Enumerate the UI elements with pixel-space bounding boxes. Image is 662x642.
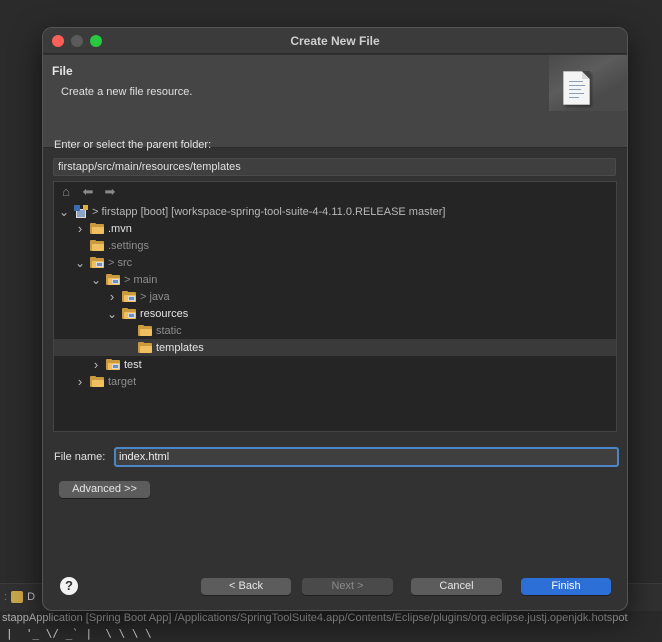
finish-button[interactable]: Finish <box>521 578 611 595</box>
create-new-file-dialog: Create New File File Create a new file r… <box>42 27 628 611</box>
banner-description: Create a new file resource. <box>61 86 193 98</box>
chevron-down-icon[interactable]: ⌄ <box>90 274 102 286</box>
back-button[interactable]: < Back <box>201 578 291 595</box>
file-name-input[interactable]: index.html <box>114 447 619 467</box>
tree-item-label: target <box>108 375 137 388</box>
tree-item[interactable]: ›templates <box>54 339 616 356</box>
parent-folder-label: Enter or select the parent folder: <box>54 139 212 151</box>
chevron-right-icon[interactable]: › <box>90 357 102 372</box>
folder-icon <box>90 240 104 251</box>
back-arrow-icon[interactable]: ⬅ <box>80 184 96 200</box>
tree-item-label: .mvn <box>108 222 132 235</box>
package-folder-icon <box>90 257 104 268</box>
tab-separator: : <box>4 591 8 603</box>
chevron-down-icon[interactable]: ⌄ <box>74 257 86 269</box>
console-ascii-banner: | '_ \/ _` | \ \ \ \ <box>6 627 152 640</box>
tree-item[interactable]: › > java <box>54 288 616 305</box>
next-button[interactable]: Next > <box>302 578 393 595</box>
cancel-button[interactable]: Cancel <box>411 578 502 595</box>
tree-item[interactable]: ⌄ > firstapp [boot] [workspace-spring-too… <box>54 203 616 220</box>
package-folder-icon <box>106 274 120 285</box>
home-icon[interactable]: ⌂ <box>58 184 74 200</box>
folder-icon <box>90 223 104 234</box>
new-file-icon <box>563 71 590 105</box>
file-name-label: File name: <box>54 451 106 463</box>
console-output-line: stappApplication [Spring Boot App] /Appl… <box>2 612 628 624</box>
advanced-button[interactable]: Advanced >> <box>59 481 150 498</box>
package-folder-icon <box>122 291 136 302</box>
tree-item-label: > src <box>108 256 133 269</box>
tree-item[interactable]: ⌄ > src <box>54 254 616 271</box>
debug-icon <box>11 591 24 603</box>
tree-item-label: > java <box>140 290 170 303</box>
tree-item[interactable]: › test <box>54 356 616 373</box>
chevron-right-icon[interactable]: › <box>74 221 86 236</box>
parent-folder-input[interactable]: firstapp/src/main/resources/templates <box>53 158 616 176</box>
package-folder-icon <box>106 359 120 370</box>
ide-tab-label: D <box>27 591 36 603</box>
package-folder-icon <box>122 308 136 319</box>
tree-item[interactable]: › target <box>54 373 616 390</box>
tree-item[interactable]: › .mvn <box>54 220 616 237</box>
ide-console-tab[interactable]: : D <box>4 591 35 603</box>
tree-item[interactable]: ›static <box>54 322 616 339</box>
title-bar: Create New File <box>43 28 627 54</box>
tree-item[interactable]: ⌄ > main <box>54 271 616 288</box>
tree-item[interactable]: ⌄ resources <box>54 305 616 322</box>
banner-title: File <box>52 64 73 78</box>
tree-item[interactable]: ›.settings <box>54 237 616 254</box>
chevron-right-icon[interactable]: › <box>74 374 86 389</box>
folder-icon <box>138 325 152 336</box>
chevron-down-icon[interactable]: ⌄ <box>106 308 118 320</box>
folder-tree[interactable]: ⌂ ⬅ ➡ ⌄ > firstapp [boot] [workspace-spri… <box>53 181 617 432</box>
project-icon <box>74 204 88 219</box>
chevron-right-icon[interactable]: › <box>106 289 118 304</box>
tree-item-label: templates <box>156 341 204 354</box>
tree-item-label: resources <box>140 307 189 320</box>
tree-item-label: > main <box>124 273 158 286</box>
folder-icon <box>90 376 104 387</box>
tree-item-label: > firstapp [boot] [workspace-spring-tool… <box>92 205 446 218</box>
wizard-banner: File Create a new file resource. <box>43 55 627 148</box>
folder-icon <box>138 342 152 353</box>
forward-arrow-icon[interactable]: ➡ <box>102 184 118 200</box>
help-icon[interactable]: ? <box>60 577 78 595</box>
dialog-title: Create New File <box>290 34 380 48</box>
tree-item-label: .settings <box>108 239 149 252</box>
chevron-down-icon[interactable]: ⌄ <box>58 206 70 218</box>
tree-toolbar: ⌂ ⬅ ➡ <box>58 184 118 200</box>
tree-item-label: static <box>156 324 182 337</box>
tree-item-label: test <box>124 358 142 371</box>
